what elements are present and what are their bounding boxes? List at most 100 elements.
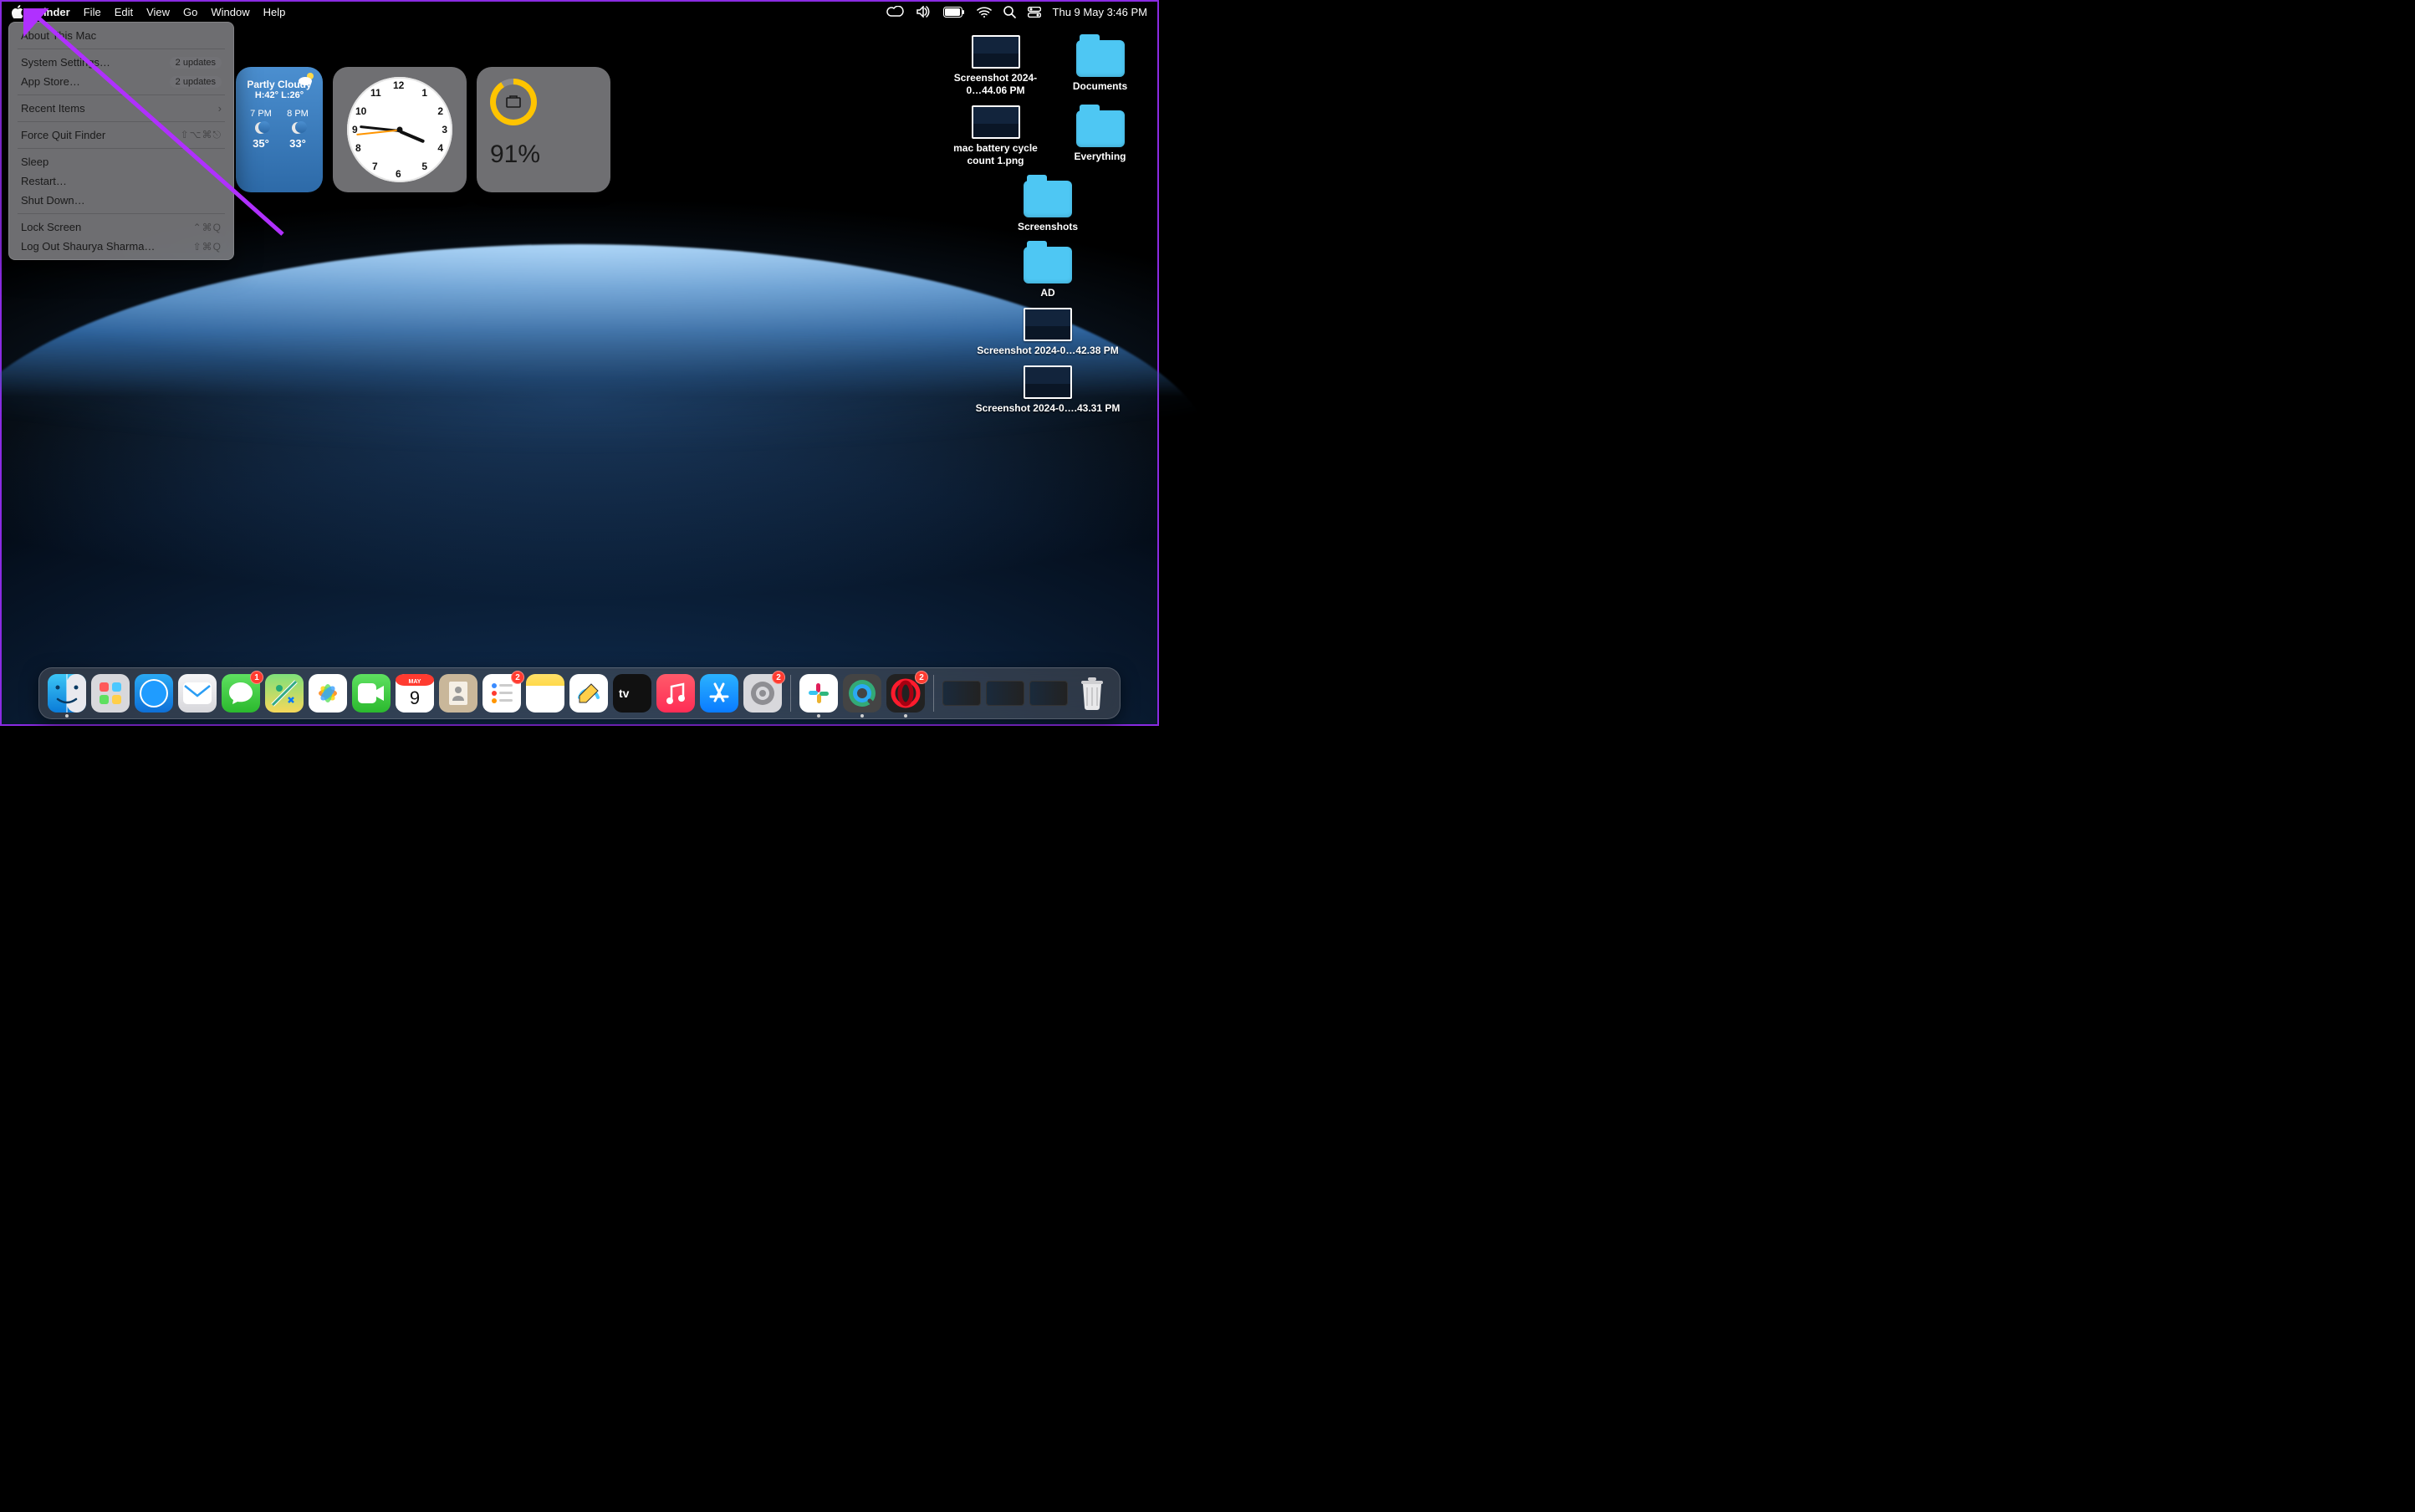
battery-icon[interactable]	[943, 7, 965, 18]
chevron-right-icon: ›	[218, 102, 222, 115]
desktop-item-label: Screenshot 2024-0…42.38 PM	[977, 345, 1118, 357]
menu-system-settings[interactable]: System Settings… 2 updates	[13, 53, 230, 72]
menu-sleep[interactable]: Sleep	[13, 152, 230, 171]
notification-badge: 2	[772, 671, 785, 684]
desktop-item[interactable]: Everything	[1056, 105, 1144, 167]
notification-badge: 1	[250, 671, 263, 684]
dock-app-notes[interactable]	[526, 674, 564, 713]
desktop-item-label: Screenshot 2024-0…44.06 PM	[952, 72, 1039, 97]
folder-icon	[1076, 40, 1125, 77]
desktop-icons: Screenshot 2024-0…44.06 PM Documents mac b…	[943, 35, 1144, 415]
running-indicator	[817, 714, 820, 718]
menu-force-quit[interactable]: Force Quit Finder ⇧⌥⌘⎋	[13, 125, 230, 145]
dock-minimized-window[interactable]	[986, 681, 1024, 706]
weather-hour-2: 8 PM 33°	[287, 109, 309, 150]
svg-text:tv: tv	[619, 687, 630, 700]
desktop-item-label: mac battery cycle count 1.png	[952, 142, 1039, 167]
menu-help[interactable]: Help	[263, 6, 286, 18]
volume-icon[interactable]	[916, 6, 932, 18]
dock-minimized-window[interactable]	[1029, 681, 1068, 706]
apple-menu-dropdown: About This Mac System Settings… 2 update…	[8, 22, 234, 260]
updates-badge: 2 updates	[170, 76, 222, 88]
dock-app-music[interactable]	[656, 674, 695, 713]
dock-app-opera[interactable]: 2	[886, 674, 925, 713]
dock-app-mail[interactable]	[178, 674, 217, 713]
dock-app-reminders[interactable]: 2	[482, 674, 521, 713]
dock-app-facetime[interactable]	[352, 674, 391, 713]
folder-icon	[1076, 110, 1125, 147]
menubar: Finder File Edit View Go Window Help Thu…	[2, 2, 1157, 22]
shortcut: ⌃⌘Q	[193, 222, 222, 233]
dock-app-maps[interactable]	[265, 674, 304, 713]
menu-app-name[interactable]: Finder	[37, 6, 70, 18]
shortcut: ⇧⌥⌘⎋	[181, 129, 222, 141]
separator	[18, 94, 225, 95]
menu-restart[interactable]: Restart…	[13, 171, 230, 191]
dock-app-contacts[interactable]	[439, 674, 477, 713]
running-indicator	[860, 714, 864, 718]
menu-recent-items[interactable]: Recent Items ›	[13, 99, 230, 118]
dock-app-calendar[interactable]: MAY 9	[396, 674, 434, 713]
spotlight-icon[interactable]	[1003, 6, 1016, 18]
desktop-item[interactable]: Screenshots	[952, 176, 1144, 233]
desktop-item[interactable]: mac battery cycle count 1.png	[952, 105, 1039, 167]
dock-app-appletv[interactable]: tv	[613, 674, 651, 713]
separator	[18, 121, 225, 122]
creative-cloud-icon[interactable]	[886, 6, 905, 18]
desktop-item[interactable]: Documents	[1056, 35, 1144, 97]
clock-widget[interactable]: 12 1 2 3 4 5 6 7 8 9 10 11	[333, 67, 467, 192]
weather-icon	[298, 72, 316, 88]
desktop-item[interactable]: Screenshot 2024-0….43.31 PM	[952, 365, 1144, 415]
menu-shut-down[interactable]: Shut Down…	[13, 191, 230, 210]
desktop-item[interactable]: Screenshot 2024-0…42.38 PM	[952, 308, 1144, 357]
dock-trash[interactable]	[1073, 674, 1111, 713]
desktop-item[interactable]: Screenshot 2024-0…44.06 PM	[952, 35, 1039, 97]
dock: 1 MAY 9 2 tv 2 2	[38, 667, 1121, 719]
desktop-item-label: Documents	[1073, 80, 1127, 93]
svg-text:9: 9	[410, 687, 420, 708]
dock-app-quicktime[interactable]	[843, 674, 881, 713]
shortcut: ⇧⌘Q	[193, 241, 222, 253]
screenshot-thumb	[972, 35, 1020, 69]
dock-app-photos[interactable]	[309, 674, 347, 713]
wifi-icon[interactable]	[977, 7, 992, 18]
svg-text:MAY: MAY	[409, 679, 421, 685]
menu-app-store[interactable]: App Store… 2 updates	[13, 72, 230, 91]
running-indicator	[65, 714, 69, 718]
dock-app-settings[interactable]: 2	[743, 674, 782, 713]
apple-menu-icon[interactable]	[12, 5, 23, 18]
dock-app-freeform[interactable]	[569, 674, 608, 713]
menu-edit[interactable]: Edit	[115, 6, 133, 18]
dock-app-appstore[interactable]	[700, 674, 738, 713]
dock-minimized-window[interactable]	[942, 681, 981, 706]
updates-badge: 2 updates	[170, 57, 222, 69]
menubar-clock[interactable]: Thu 9 May 3:46 PM	[1053, 6, 1147, 18]
screenshot-thumb	[1024, 365, 1072, 399]
battery-widget[interactable]: 91%	[477, 67, 610, 192]
menu-window[interactable]: Window	[211, 6, 249, 18]
desktop-item-label: Everything	[1074, 151, 1126, 163]
desktop-item-label: Screenshot 2024-0….43.31 PM	[976, 402, 1121, 415]
dock-app-messages[interactable]: 1	[222, 674, 260, 713]
menu-lock-screen[interactable]: Lock Screen ⌃⌘Q	[13, 217, 230, 237]
desktop-item[interactable]: AD	[952, 242, 1144, 299]
menu-file[interactable]: File	[84, 6, 101, 18]
separator	[18, 148, 225, 149]
control-center-icon[interactable]	[1028, 7, 1041, 18]
weather-high-low: H:42° L:26°	[243, 90, 316, 100]
desktop-item-label: AD	[1040, 287, 1054, 299]
moon-icon	[292, 122, 304, 134]
dock-app-slack[interactable]	[799, 674, 838, 713]
menu-go[interactable]: Go	[183, 6, 197, 18]
dock-app-launchpad[interactable]	[91, 674, 130, 713]
dock-app-safari[interactable]	[135, 674, 173, 713]
dock-app-finder[interactable]	[48, 674, 86, 713]
weather-widget[interactable]: Partly Cloudy H:42° L:26° 7 PM 35° 8 PM …	[236, 67, 323, 192]
menu-log-out[interactable]: Log Out Shaurya Sharma… ⇧⌘Q	[13, 237, 230, 256]
dock-separator	[933, 675, 934, 712]
battery-percent: 91%	[490, 140, 540, 169]
menu-about-this-mac[interactable]: About This Mac	[13, 26, 230, 45]
battery-ring	[490, 79, 537, 125]
moon-icon	[255, 122, 267, 134]
menu-view[interactable]: View	[146, 6, 170, 18]
